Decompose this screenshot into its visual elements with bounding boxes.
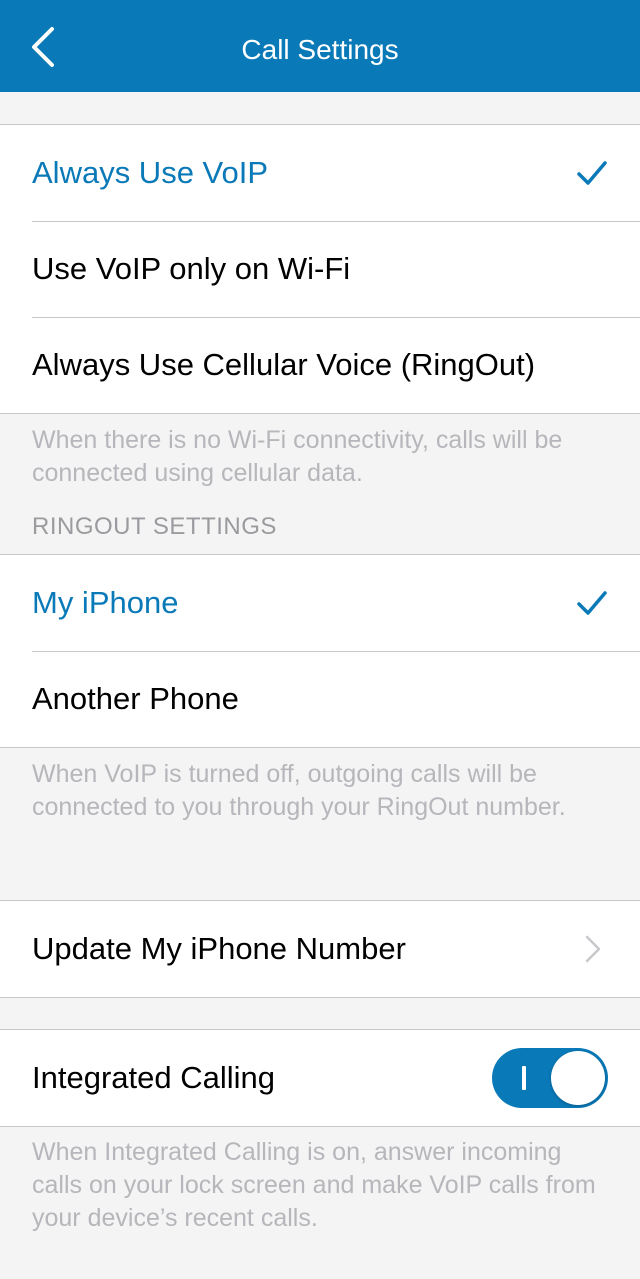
update-number-group: Update My iPhone Number [0,900,640,998]
option-label: Another Phone [32,681,239,716]
option-my-iphone[interactable]: My iPhone [0,555,640,651]
row-label: Update My iPhone Number [32,931,406,966]
integrated-calling-group: Integrated Calling [0,1029,640,1127]
checkmark-icon [577,591,607,615]
option-label: Always Use Cellular Voice (RingOut) [32,347,536,382]
ringout-footer: When VoIP is turned off, outgoing calls … [32,760,566,821]
navigation-bar: Call Settings [0,0,640,92]
chevron-right-icon [585,935,601,963]
option-voip-wifi-only[interactable]: Use VoIP only on Wi-Fi [0,221,640,317]
option-label: My iPhone [32,585,179,620]
integrated-calling-row: Integrated Calling [0,1030,640,1126]
voip-mode-footer: When there is no Wi-Fi connectivity, cal… [32,426,563,487]
integrated-calling-toggle[interactable] [492,1048,608,1108]
update-iphone-number-row[interactable]: Update My iPhone Number [0,901,640,997]
ringout-group: My iPhone Another Phone [0,554,640,748]
toggle-on-mark-icon [522,1066,526,1090]
option-label: Use VoIP only on Wi-Fi [32,251,351,286]
integrated-calling-footer: When Integrated Calling is on, answer in… [32,1138,596,1232]
ringout-section-header: RINGOUT SETTINGS [32,513,277,540]
voip-mode-group: Always Use VoIP Use VoIP only on Wi-Fi A… [0,124,640,414]
checkmark-icon [577,161,607,185]
toggle-knob [551,1051,605,1105]
row-label: Integrated Calling [32,1060,275,1095]
option-cellular-voice[interactable]: Always Use Cellular Voice (RingOut) [0,317,640,413]
option-label: Always Use VoIP [32,155,269,190]
page-title: Call Settings [241,34,399,65]
option-another-phone[interactable]: Another Phone [0,651,640,747]
option-always-use-voip[interactable]: Always Use VoIP [0,125,640,221]
